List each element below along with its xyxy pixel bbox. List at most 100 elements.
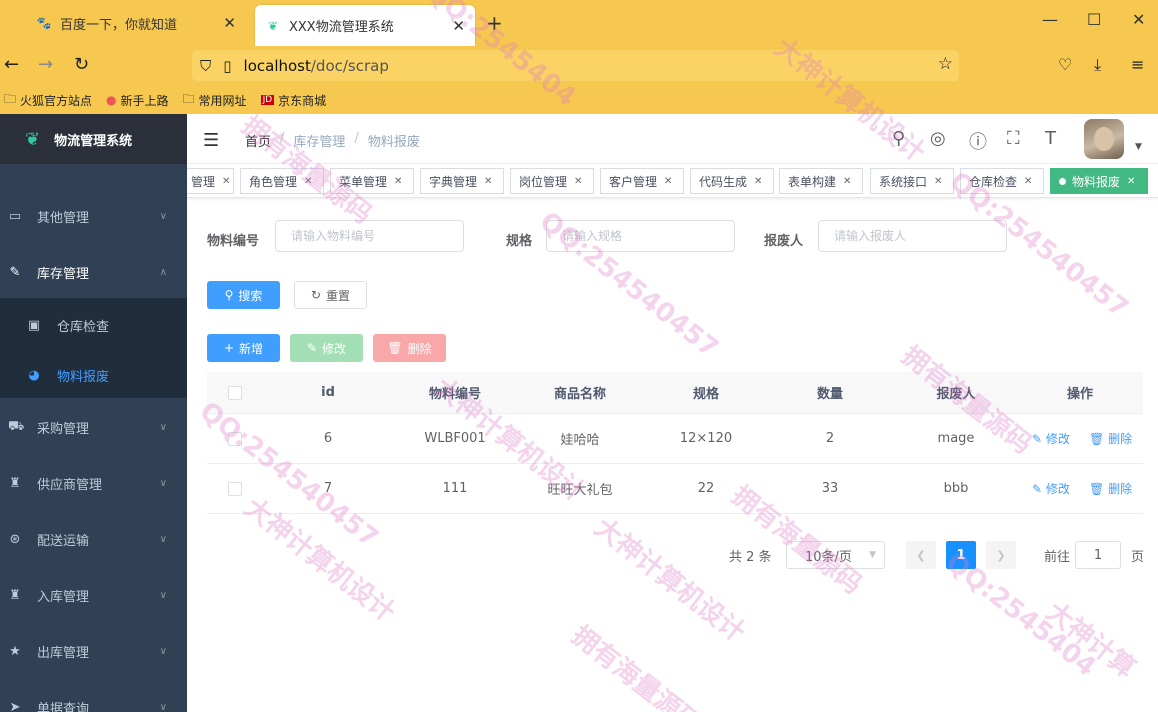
sidebar-item-outbound[interactable]: ★ 出库管理 ∨	[0, 623, 187, 679]
star-icon: ★	[9, 643, 21, 659]
shirt-icon: ♜	[9, 475, 21, 491]
caret-down-icon[interactable]: ▼	[1135, 142, 1142, 152]
close-icon[interactable]: ✕	[1127, 176, 1135, 187]
row-checkbox[interactable]	[228, 481, 242, 496]
menu-icon[interactable]: ≡	[1131, 55, 1144, 74]
download-icon[interactable]: ⤓	[1094, 55, 1101, 75]
help-icon[interactable]: ⓘ	[969, 128, 987, 154]
bookmark-star-icon[interactable]: ☆	[938, 54, 953, 74]
sidebar-item-documents[interactable]: ➤ 单据查询 ∨	[0, 679, 187, 712]
page-number[interactable]: 1	[946, 541, 976, 569]
row-checkbox[interactable]	[228, 431, 242, 446]
breadcrumb-inventory[interactable]: 库存管理	[293, 131, 345, 150]
page-size-select[interactable]: 10条/页 ▼	[786, 541, 885, 569]
github-icon[interactable]: ◎	[930, 128, 946, 149]
chevron-down-icon: ∨	[159, 589, 167, 601]
row-edit-link[interactable]: ✎ 修改	[1032, 430, 1070, 447]
tag-item[interactable]: 客户管理 ✕	[600, 168, 684, 194]
row-delete-link[interactable]: 🗑 删除	[1089, 480, 1132, 497]
chevron-up-icon: ∧	[159, 266, 167, 278]
avatar[interactable]	[1084, 119, 1124, 159]
sidebar-item-purchase[interactable]: ⛟ 采购管理 ∨	[0, 399, 187, 455]
bookmark-item[interactable]: JD 京东商城	[260, 92, 326, 109]
close-icon[interactable]: ✕	[754, 176, 762, 187]
tag-item[interactable]: 系统接口 ✕	[870, 168, 954, 194]
back-icon[interactable]: ←	[4, 54, 19, 75]
tag-item[interactable]: 仓库检查 ✕	[960, 168, 1044, 194]
tag-item[interactable]: 字典管理 ✕	[420, 168, 504, 194]
goto-page-input[interactable]: 1	[1075, 541, 1121, 569]
next-page-button[interactable]: ❯	[986, 541, 1016, 569]
close-icon[interactable]: ✕	[664, 176, 672, 187]
jd-icon: JD	[260, 95, 275, 105]
tag-item[interactable]: 管理 ✕	[187, 168, 234, 194]
close-icon[interactable]: ✕	[222, 176, 230, 187]
bookmark-item[interactable]: 🗀 火狐官方站点	[4, 90, 92, 111]
window-close-icon[interactable]: ✕	[1132, 10, 1145, 29]
chevron-down-icon: ∨	[159, 533, 167, 545]
search-button[interactable]: ⚲ 搜索	[207, 281, 280, 309]
tag-item[interactable]: 表单构建 ✕	[779, 168, 863, 194]
navbar-header: ☰ 首页 / 库存管理 / 物料报废 ⚲ ◎ ⓘ ⛶ T ▼	[187, 114, 1158, 164]
prev-page-button[interactable]: ❮	[906, 541, 936, 569]
row-edit-link[interactable]: ✎ 修改	[1032, 480, 1070, 497]
cell-name: 旺旺大礼包	[547, 483, 613, 498]
sidebar-item-other[interactable]: ▭ 其他管理 ∨	[0, 188, 187, 244]
reset-button[interactable]: ↻ 重置	[294, 281, 367, 309]
search-icon[interactable]: ⚲	[892, 128, 905, 149]
reload-icon[interactable]: ↻	[74, 54, 89, 75]
tag-item-active[interactable]: 物料报废 ✕	[1050, 168, 1148, 194]
chevron-down-icon: ∨	[159, 477, 167, 489]
url-bar[interactable]: ⛉ ▯ localhost /doc/scrap ☆	[192, 50, 959, 81]
sidebar-item-supplier[interactable]: ♜ 供应商管理 ∨	[0, 455, 187, 511]
forward-icon[interactable]: →	[38, 54, 53, 75]
pocket-icon[interactable]: ♡	[1058, 55, 1072, 74]
tag-item[interactable]: 岗位管理 ✕	[510, 168, 594, 194]
sidebar-item-inventory[interactable]: ✎ 库存管理 ∧	[0, 244, 187, 300]
cell-name: 娃哈哈	[560, 433, 600, 448]
select-all-checkbox[interactable]	[228, 385, 242, 400]
new-tab-icon[interactable]: +	[486, 11, 503, 35]
hamburger-icon[interactable]: ☰	[203, 130, 219, 151]
breadcrumb-current: 物料报废	[367, 135, 420, 150]
cell-qty: 33	[821, 481, 839, 496]
sidebar-item-delivery[interactable]: ⊛ 配送运输 ∨	[0, 511, 187, 567]
logo-leaf-icon: ❦	[25, 128, 41, 150]
close-icon[interactable]: ✕	[843, 176, 851, 187]
close-icon[interactable]: ✕	[394, 176, 402, 187]
delete-button[interactable]: 🗑 删除	[373, 334, 446, 362]
sidebar-subitem-material-scrap[interactable]: ◕ 物料报废	[0, 350, 187, 400]
app-leaf-icon: ❦	[267, 18, 279, 33]
browser-tab-app[interactable]: ❦ XXX物流管理系统 ✕	[255, 5, 475, 46]
field-label-code: 物料编号	[207, 234, 260, 249]
bookmark-item[interactable]: 🗀 常用网址	[183, 90, 247, 111]
breadcrumb-home[interactable]: 首页	[245, 131, 271, 150]
bookmark-item[interactable]: ● 新手上路	[106, 92, 169, 109]
row-delete-link[interactable]: 🗑 删除	[1089, 430, 1132, 447]
material-code-input[interactable]	[275, 220, 464, 252]
browser-tab-baidu[interactable]: 🐾 百度一下，你就知道 ✕	[26, 6, 246, 40]
column-header: 商品名称	[553, 387, 606, 402]
plus-icon: +	[223, 341, 235, 355]
font-size-icon[interactable]: T	[1045, 128, 1056, 149]
tag-item[interactable]: 角色管理 ✕	[240, 168, 324, 194]
close-icon[interactable]: ✕	[304, 176, 312, 187]
cell-code: 111	[442, 481, 468, 496]
close-icon[interactable]: ✕	[574, 176, 582, 187]
edit-button[interactable]: ✎ 修改	[290, 334, 363, 362]
scrap-person-input[interactable]	[818, 220, 1007, 252]
maximize-icon[interactable]: ☐	[1087, 10, 1101, 29]
spec-input[interactable]	[546, 220, 735, 252]
tag-item[interactable]: 代码生成 ✕	[690, 168, 774, 194]
fullscreen-icon[interactable]: ⛶	[1007, 128, 1020, 149]
close-icon[interactable]: ✕	[1024, 176, 1032, 187]
sidebar-subitem-warehouse-check[interactable]: ▣ 仓库检查	[0, 300, 187, 350]
sidebar-item-inbound[interactable]: ♜ 入库管理 ∨	[0, 567, 187, 623]
close-icon[interactable]: ✕	[223, 14, 236, 32]
close-icon[interactable]: ✕	[934, 176, 942, 187]
tag-item[interactable]: 菜单管理 ✕	[330, 168, 414, 194]
add-button[interactable]: + 新增	[207, 334, 280, 362]
close-icon[interactable]: ✕	[484, 176, 492, 187]
minimize-icon[interactable]: —	[1042, 10, 1058, 29]
close-icon[interactable]: ✕	[452, 17, 465, 35]
